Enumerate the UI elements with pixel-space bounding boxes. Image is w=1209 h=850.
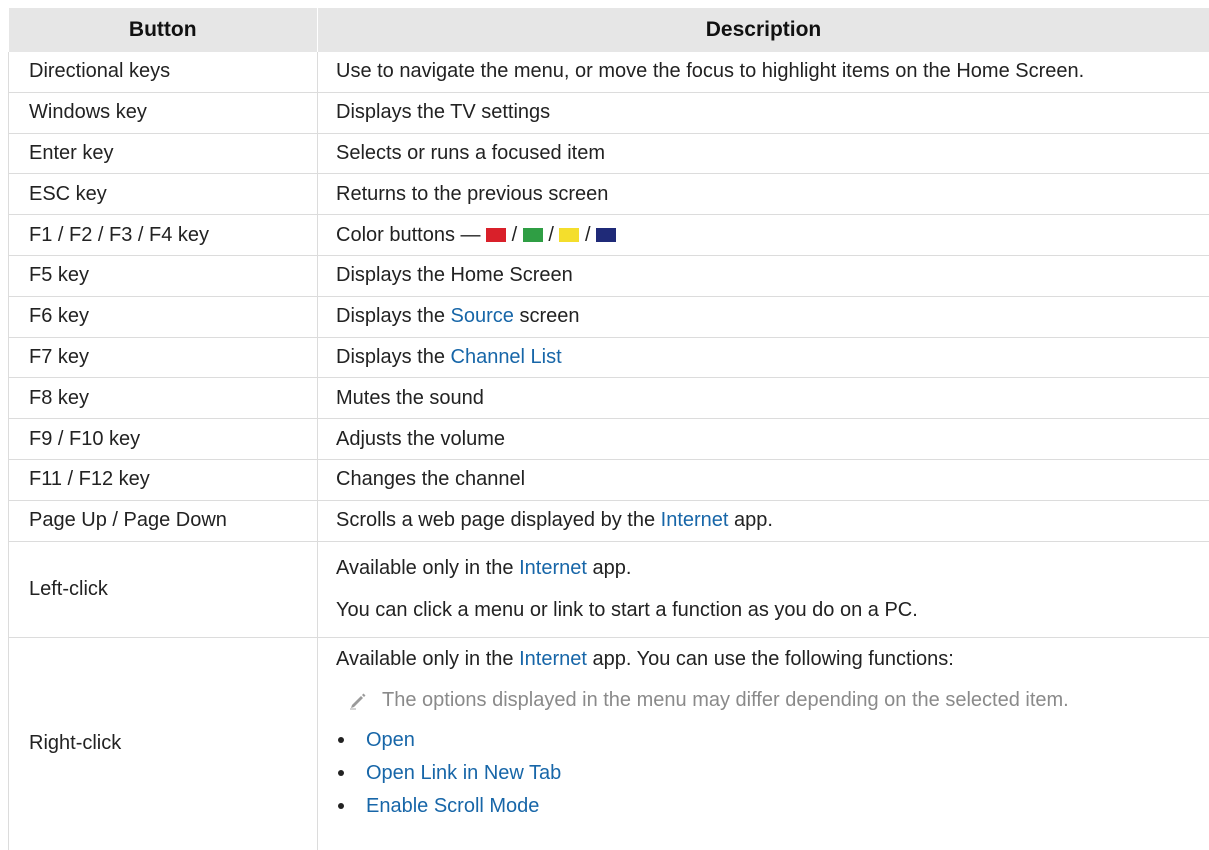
table-row: F11 / F12 key Changes the channel xyxy=(9,459,1209,500)
header-description: Description xyxy=(318,8,1209,52)
description-text: app. xyxy=(734,509,773,531)
description-text: app. You can use the following functions… xyxy=(592,648,953,670)
table-header-row: Button Description xyxy=(9,8,1209,52)
green-swatch xyxy=(523,228,543,242)
header-button: Button xyxy=(9,8,318,52)
table-row: Right-click Available only in the Intern… xyxy=(9,637,1209,850)
table-row: F5 key Displays the Home Screen xyxy=(9,255,1209,296)
function-list: Open Open Link in New Tab Enable Scroll … xyxy=(336,724,1209,823)
description-text: Displays the xyxy=(336,305,445,327)
pencil-icon xyxy=(348,690,368,710)
table-row: Directional keys Use to navigate the men… xyxy=(9,52,1209,92)
swatch-separator: / xyxy=(512,224,518,246)
color-buttons-label: Color buttons — xyxy=(336,224,481,246)
button-cell: F8 key xyxy=(9,378,318,419)
blue-swatch xyxy=(596,228,616,242)
description-cell: Displays the Source screen xyxy=(318,296,1209,337)
button-cell: Enter key xyxy=(9,133,318,174)
table-row: ESC key Returns to the previous screen xyxy=(9,174,1209,215)
channel-list-link[interactable]: Channel List xyxy=(451,346,562,368)
internet-link[interactable]: Internet xyxy=(519,557,587,579)
description-line: Available only in the Internet app. xyxy=(336,557,1209,580)
source-link[interactable]: Source xyxy=(451,305,514,327)
table-row: Enter key Selects or runs a focused item xyxy=(9,133,1209,174)
button-cell: Page Up / Page Down xyxy=(9,500,318,541)
internet-link[interactable]: Internet xyxy=(661,509,729,531)
description-cell: Mutes the sound xyxy=(318,378,1209,419)
button-cell: F1 / F2 / F3 / F4 key xyxy=(9,215,318,256)
internet-link[interactable]: Internet xyxy=(519,648,587,670)
table-row: Left-click Available only in the Interne… xyxy=(9,541,1209,637)
description-cell: Returns to the previous screen xyxy=(318,174,1209,215)
description-cell: Changes the channel xyxy=(318,459,1209,500)
bullet-icon xyxy=(338,770,344,776)
description-cell: Color buttons — / / / xyxy=(318,215,1209,256)
button-cell: F11 / F12 key xyxy=(9,459,318,500)
list-item: Enable Scroll Mode xyxy=(336,790,1209,823)
description-text: app. xyxy=(592,557,631,579)
description-text: Available only in the xyxy=(336,557,514,579)
description-cell: Available only in the Internet app. You … xyxy=(318,637,1209,850)
description-cell: Use to navigate the menu, or move the fo… xyxy=(318,52,1209,92)
description-cell: Selects or runs a focused item xyxy=(318,133,1209,174)
button-cell: F9 / F10 key xyxy=(9,419,318,460)
button-cell: F5 key xyxy=(9,255,318,296)
note-text: The options displayed in the menu may di… xyxy=(382,689,1069,712)
description-cell: Displays the Home Screen xyxy=(318,255,1209,296)
description-text: Scrolls a web page displayed by the xyxy=(336,509,655,531)
button-cell: Windows key xyxy=(9,92,318,133)
bullet-icon xyxy=(338,803,344,809)
table-row: F7 key Displays the Channel List xyxy=(9,337,1209,378)
description-line: You can click a menu or link to start a … xyxy=(336,599,1209,622)
table-row: Page Up / Page Down Scrolls a web page d… xyxy=(9,500,1209,541)
note: The options displayed in the menu may di… xyxy=(336,689,1209,712)
button-cell: Directional keys xyxy=(9,52,318,92)
swatch-separator: / xyxy=(585,224,591,246)
description-cell: Displays the TV settings xyxy=(318,92,1209,133)
button-cell: F6 key xyxy=(9,296,318,337)
button-cell: ESC key xyxy=(9,174,318,215)
bullet-icon xyxy=(338,737,344,743)
description-text: screen xyxy=(519,305,579,327)
description-cell: Scrolls a web page displayed by the Inte… xyxy=(318,500,1209,541)
description-cell: Displays the Channel List xyxy=(318,337,1209,378)
red-swatch xyxy=(486,228,506,242)
table-row: F1 / F2 / F3 / F4 key Color buttons — / … xyxy=(9,215,1209,256)
open-link-in-new-tab-link[interactable]: Open Link in New Tab xyxy=(366,757,561,790)
keyboard-button-table: Button Description Directional keys Use … xyxy=(8,8,1209,850)
yellow-swatch xyxy=(559,228,579,242)
table-row: F6 key Displays the Source screen xyxy=(9,296,1209,337)
description-text: Displays the xyxy=(336,346,445,368)
table-row: F8 key Mutes the sound xyxy=(9,378,1209,419)
description-line: Available only in the Internet app. You … xyxy=(336,648,1209,671)
button-cell: Right-click xyxy=(9,637,318,850)
list-item: Open xyxy=(336,724,1209,757)
description-cell: Adjusts the volume xyxy=(318,419,1209,460)
button-cell: Left-click xyxy=(9,541,318,637)
table-row: F9 / F10 key Adjusts the volume xyxy=(9,419,1209,460)
enable-scroll-mode-link[interactable]: Enable Scroll Mode xyxy=(366,790,539,823)
open-link[interactable]: Open xyxy=(366,724,415,757)
list-item: Open Link in New Tab xyxy=(336,757,1209,790)
description-cell: Available only in the Internet app. You … xyxy=(318,541,1209,637)
button-cell: F7 key xyxy=(9,337,318,378)
description-text: Available only in the xyxy=(336,648,514,670)
table-row: Windows key Displays the TV settings xyxy=(9,92,1209,133)
swatch-separator: / xyxy=(548,224,554,246)
